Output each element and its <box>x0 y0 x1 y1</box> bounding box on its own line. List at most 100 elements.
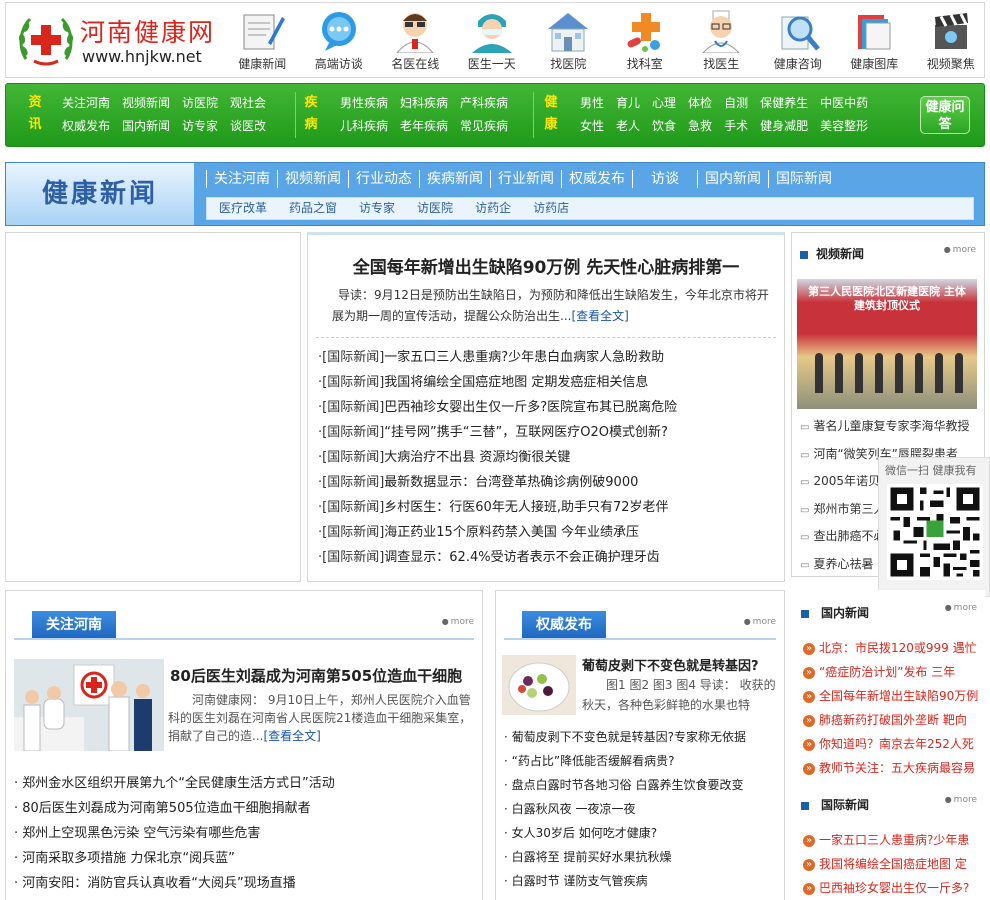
cat-link[interactable]: 自测 <box>724 92 748 115</box>
list-item[interactable]: 你知道吗？南京去年252人死 <box>803 732 981 756</box>
banner-tab[interactable]: 国内新闻 <box>697 170 768 188</box>
nav-find-doctor[interactable]: 找医生 <box>683 3 760 79</box>
list-item[interactable]: · 郑州上空现黑色污染 空气污染有哪些危害 <box>14 821 474 846</box>
list-item[interactable]: 一家五口三人患重病?少年患 <box>803 828 981 852</box>
subnav-link[interactable]: 访专家 <box>359 201 395 215</box>
video-news-photo[interactable]: 第三人民医院北区新建医院 主体建筑封顶仪式 <box>797 279 977 409</box>
grapes-photo[interactable] <box>502 655 576 715</box>
list-item[interactable]: 肺癌新药打破国外垄断 靶向 <box>803 708 981 732</box>
cat-link[interactable]: 育儿 <box>616 92 640 115</box>
nav-find-hospital[interactable]: 找医院 <box>530 3 607 79</box>
cat-link[interactable]: 国内新闻 <box>122 115 170 138</box>
authority-feature-title[interactable]: 葡萄皮剥下不变色就是转基因? <box>582 655 759 674</box>
read-more-link[interactable]: [查看全文] <box>263 729 320 743</box>
list-item[interactable]: · 葡萄皮剥下不变色就是转基因?专家称无依据 <box>504 725 778 749</box>
list-item[interactable]: 全国每年新增出生缺陷90万例 <box>803 684 981 708</box>
list-item[interactable]: ·[国际新闻]海正药业15个原料药禁入美国 今年业绩承压 <box>318 520 778 545</box>
nav-interviews[interactable]: 高端访谈 <box>301 3 378 79</box>
nav-famous-doctors[interactable]: 名医在线 <box>377 3 454 79</box>
cat-link[interactable]: 视频新闻 <box>122 92 170 115</box>
banner-tab[interactable]: 行业新闻 <box>490 170 561 188</box>
cat-link[interactable]: 体检 <box>688 92 712 115</box>
cat-link[interactable]: 产科疾病 <box>460 92 508 115</box>
more-link[interactable]: more <box>945 795 977 805</box>
list-item[interactable]: · 河南采取多项措施 力保北京“阅兵蓝” <box>14 846 474 871</box>
cat-link[interactable]: 中医中药 <box>820 92 868 115</box>
banner-tab[interactable]: 关注河南 <box>206 170 277 188</box>
list-item[interactable]: ·[国际新闻]“挂号网”携手“三替”，互联网医疗O2O模式创新? <box>318 420 778 445</box>
list-item[interactable]: 著名儿童康复专家李海华教授 <box>800 413 980 441</box>
cat-link[interactable]: 饮食 <box>652 115 676 138</box>
list-item[interactable]: “癌症防治计划”发布 三年 <box>803 660 981 684</box>
more-link[interactable]: more <box>944 245 976 255</box>
banner-tab[interactable]: 疾病新闻 <box>419 170 490 188</box>
list-item[interactable]: · 80后医生刘磊成为河南第505位造血干细胞捐献者 <box>14 796 474 821</box>
cat-link[interactable]: 美容整形 <box>820 115 868 138</box>
more-link[interactable]: more <box>442 617 474 627</box>
cat-link[interactable]: 谈医改 <box>230 115 266 138</box>
banner-tab[interactable]: 行业动态 <box>348 170 419 188</box>
subnav-link[interactable]: 访药企 <box>475 201 511 215</box>
featured-news-photo[interactable] <box>14 659 164 751</box>
list-item[interactable]: ·[国际新闻]一家五口三人患重病?少年患白血病家人急盼救助 <box>318 345 778 370</box>
cat-link[interactable]: 儿科疾病 <box>340 115 388 138</box>
nav-health-gallery[interactable]: 健康图库 <box>836 3 913 79</box>
cat-link[interactable]: 男性 <box>580 92 604 115</box>
cat-link[interactable]: 保健养生 <box>760 92 808 115</box>
cat-link[interactable]: 急救 <box>688 115 712 138</box>
nav-health-news[interactable]: 健康新闻 <box>224 3 301 79</box>
list-item[interactable]: 巴西袖珍女婴出生仅一斤多? <box>803 876 981 900</box>
list-item[interactable]: · 盘点白露时节各地习俗 白露养生饮食要改变 <box>504 773 778 797</box>
list-item[interactable]: · 郑州金水区组织开展第九个“全民健康生活方式日”活动 <box>14 771 474 796</box>
cat-link[interactable]: 手术 <box>724 115 748 138</box>
subnav-link[interactable]: 医疗改革 <box>219 201 267 215</box>
subnav-link[interactable]: 药品之窗 <box>289 201 337 215</box>
featured-news-title[interactable]: 80后医生刘磊成为河南第505位造血干细胞 <box>170 665 462 686</box>
cat-link[interactable]: 男性疾病 <box>340 92 388 115</box>
cat-link[interactable]: 关注河南 <box>62 92 110 115</box>
cat-link[interactable]: 访医院 <box>182 92 218 115</box>
list-item[interactable]: ·[国际新闻]大病治疗不出县 资源均衡很关键 <box>318 445 778 470</box>
subnav-link[interactable]: 访医院 <box>417 201 453 215</box>
banner-tab[interactable]: 国际新闻 <box>768 170 839 188</box>
list-item[interactable]: ·[国际新闻]调查显示：62.4%受访者表示不会正确护理牙齿 <box>318 545 778 570</box>
nav-doctor-day[interactable]: 医生一天 <box>454 3 531 79</box>
cat-link[interactable]: 女性 <box>580 115 604 138</box>
list-item[interactable]: 我国将编绘全国癌症地图 定 <box>803 852 981 876</box>
cat-link[interactable]: 观社会 <box>230 92 266 115</box>
nav-find-department[interactable]: 找科室 <box>607 3 684 79</box>
list-item[interactable]: · 白露将至 提前买好水果抗秋燥 <box>504 845 778 869</box>
list-item[interactable]: ·[国际新闻]我国将编绘全国癌症地图 定期发癌症相关信息 <box>318 370 778 395</box>
cat-link[interactable]: 心理 <box>652 92 676 115</box>
list-item[interactable]: · 河南安阳：消防官兵认真收看“大阅兵”现场直播 <box>14 871 474 896</box>
cat-link[interactable]: 常见疾病 <box>460 115 508 138</box>
list-item[interactable]: · 女人30岁后 如何吃才健康? <box>504 821 778 845</box>
list-item[interactable]: ·[国际新闻]巴西袖珍女婴出生仅一斤多?医院宣布其已脱离危险 <box>318 395 778 420</box>
read-more-link[interactable]: [查看全文] <box>571 309 628 323</box>
banner-tab[interactable]: 权威发布 <box>561 170 632 188</box>
list-item[interactable]: ·[国际新闻]最新数据显示：台湾登革热确诊病例破9000 <box>318 470 778 495</box>
video-player-area[interactable] <box>5 232 301 582</box>
headline-title[interactable]: 全国每年新增出生缺陷90万例 先天性心脏病排第一 <box>308 253 784 278</box>
list-item[interactable]: · 白露时节 谨防支气管疾病 <box>504 869 778 893</box>
banner-tab[interactable]: 视频新闻 <box>277 170 348 188</box>
list-item[interactable]: · “药占比”降低能否缓解看病贵? <box>504 749 778 773</box>
list-item[interactable]: ·[国际新闻]乡村医生：行医60年无人接班,助手只有72岁老伴 <box>318 495 778 520</box>
site-logo[interactable]: 河南健康网 www.hnjkw.net <box>16 9 216 73</box>
list-item[interactable]: 教师节关注：五大疾病最容易 <box>803 756 981 780</box>
cat-link[interactable]: 权威发布 <box>62 115 110 138</box>
more-link[interactable]: more <box>744 617 776 627</box>
cat-link[interactable]: 访专家 <box>182 115 218 138</box>
cat-link[interactable]: 妇科疾病 <box>400 92 448 115</box>
tab-authority-release[interactable]: 权威发布 <box>522 611 606 639</box>
tab-henan-focus[interactable]: 关注河南 <box>32 611 116 639</box>
list-item[interactable]: · 白露秋风夜 一夜凉一夜 <box>504 797 778 821</box>
health-qa-button[interactable]: 健康问答 <box>920 96 970 134</box>
nav-health-consult[interactable]: 健康咨询 <box>760 3 837 79</box>
more-link[interactable]: more <box>945 603 977 613</box>
cat-link[interactable]: 老人 <box>616 115 640 138</box>
nav-video-focus[interactable]: 视频聚焦 <box>913 3 990 79</box>
subnav-link[interactable]: 访药店 <box>533 201 569 215</box>
cat-link[interactable]: 健身减肥 <box>760 115 808 138</box>
cat-link[interactable]: 老年疾病 <box>400 115 448 138</box>
